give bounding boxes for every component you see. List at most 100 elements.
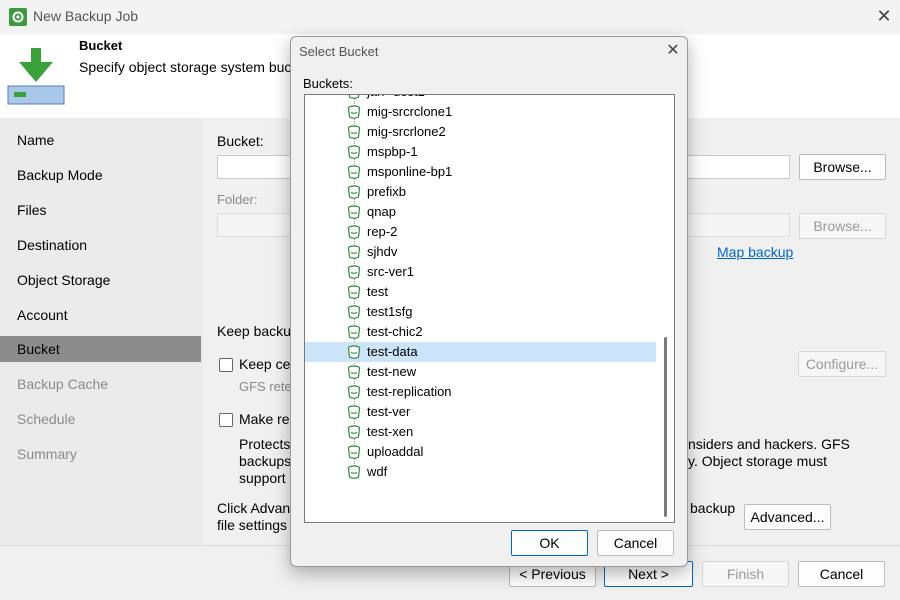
bucket-icon	[346, 404, 362, 420]
nav-item-backup-cache: Backup Cache	[17, 376, 109, 392]
bucket-icon	[346, 164, 362, 180]
cancel-button[interactable]: Cancel	[798, 561, 885, 587]
bucket-icon	[346, 244, 362, 260]
bucket-icon	[346, 344, 362, 360]
bucket-item[interactable]: wdf	[305, 462, 656, 482]
bucket-item-label: mspbp-1	[367, 144, 418, 159]
bucket-item-label: prefixb	[367, 184, 407, 199]
backup-text: backup	[690, 500, 736, 516]
bucket-item[interactable]: rep-2	[305, 222, 656, 242]
app-gear-icon	[9, 8, 27, 26]
bucket-item[interactable]: mig-srcrlone2	[305, 122, 656, 142]
nav-item-backup-mode[interactable]: Backup Mode	[0, 162, 201, 188]
bucket-item[interactable]: test-data	[305, 342, 656, 362]
bucket-item[interactable]: uploaddal	[305, 442, 656, 462]
bucket-icon	[346, 444, 362, 460]
bucket-item-label: test-new	[367, 364, 417, 379]
bucket-item[interactable]: sjhdv	[305, 242, 656, 262]
bucket-icon	[346, 464, 362, 480]
nav-item-bucket[interactable]: Bucket	[0, 336, 201, 362]
tree-scrollbar-thumb[interactable]	[664, 337, 667, 517]
ok-button[interactable]: OK	[511, 530, 588, 556]
nav-item-schedule: Schedule	[17, 411, 76, 427]
bucket-icon	[346, 224, 362, 240]
bucket-icon	[346, 264, 362, 280]
bucket-item-label: mig-srcrclone1	[367, 104, 453, 119]
bucket-item-label: uploaddal	[367, 444, 424, 459]
browse-bucket-button[interactable]: Browse...	[799, 154, 886, 180]
bucket-icon	[346, 204, 362, 220]
bucket-icon	[346, 124, 362, 140]
bucket-icon	[346, 424, 362, 440]
bucket-item-label: msponline-bp1	[367, 164, 453, 179]
bucket-icon	[346, 284, 362, 300]
bucket-item[interactable]: test-chic2	[305, 322, 656, 342]
keep-certain-label: Keep cer	[239, 356, 296, 372]
object-storage-text: y. Object storage must	[688, 453, 828, 469]
bucket-item-label: jan--dest1	[367, 95, 425, 99]
bucket-item-label: mig-srcrlone2	[367, 124, 446, 139]
bucket-item[interactable]: src-ver1	[305, 262, 656, 282]
bucket-icon	[346, 184, 362, 200]
folder-label: Folder:	[217, 192, 258, 207]
bucket-icon	[346, 384, 362, 400]
bucket-tree[interactable]: jan--dest1 mig-srcrclone1 mig-srcrlone2 msp…	[304, 94, 675, 523]
title-bar: New Backup Job ✕	[0, 0, 900, 34]
file-settings-text: file settings	[217, 517, 288, 533]
bucket-item-label: test-chic2	[367, 324, 423, 339]
nav-item-destination[interactable]: Destination	[0, 232, 201, 258]
bucket-item-label: test-ver	[367, 404, 411, 419]
dialog-title: Select Bucket	[299, 44, 379, 59]
support-text: support	[239, 470, 286, 486]
close-icon[interactable]: ✕	[874, 6, 894, 26]
header-subtitle: Specify object storage system bucke	[79, 59, 307, 75]
dialog-close-icon[interactable]: ✕	[663, 41, 683, 61]
dialog-cancel-button[interactable]: Cancel	[597, 530, 674, 556]
bucket-icon	[346, 104, 362, 120]
bucket-icon	[346, 304, 362, 320]
bucket-item[interactable]: msponline-bp1	[305, 162, 656, 182]
make-recent-checkbox[interactable]	[219, 413, 233, 427]
nav-item-files[interactable]: Files	[0, 197, 201, 223]
bucket-item[interactable]: test1sfg	[305, 302, 656, 322]
insiders-text: nsiders and hackers. GFS	[688, 436, 850, 452]
click-advanced-text: Click Advan	[217, 500, 291, 516]
bucket-item[interactable]: mspbp-1	[305, 142, 656, 162]
nav-item-account[interactable]: Account	[0, 302, 201, 328]
keep-certain-checkbox[interactable]	[219, 358, 233, 372]
advanced-button[interactable]: Advanced...	[744, 504, 831, 530]
bucket-item[interactable]: qnap	[305, 202, 656, 222]
bucket-item-label: test	[367, 284, 388, 299]
header-title: Bucket	[79, 38, 123, 53]
nav-item-object-storage[interactable]: Object Storage	[0, 267, 201, 293]
bucket-item[interactable]: test-replication	[305, 382, 656, 402]
bucket-item[interactable]: jan--dest1	[305, 95, 656, 102]
gfs-retention-label: GFS reter	[239, 379, 297, 394]
nav-item-name[interactable]: Name	[0, 127, 201, 153]
bucket-icon	[346, 324, 362, 340]
map-backup-link[interactable]: Map backup	[717, 244, 793, 260]
finish-button: Finish	[702, 561, 789, 587]
bucket-item-label: src-ver1	[367, 264, 414, 279]
bucket-item-label: wdf	[367, 464, 388, 479]
buckets-label: Buckets:	[303, 76, 353, 91]
bucket-item[interactable]: prefixb	[305, 182, 656, 202]
bucket-item-label: test-data	[367, 344, 418, 359]
browse-folder-button: Browse...	[799, 213, 886, 239]
bucket-item-label: test1sfg	[367, 304, 413, 319]
bucket-icon	[346, 144, 362, 160]
bucket-item-label: rep-2	[367, 224, 398, 239]
bucket-item[interactable]: test-new	[305, 362, 656, 382]
bucket-item[interactable]: test	[305, 282, 656, 302]
wizard-steps-nav: Name Backup Mode Files Destination Objec…	[0, 118, 203, 545]
protects-text: Protects	[239, 436, 291, 452]
bucket-label: Bucket:	[217, 133, 264, 149]
bucket-item-label: qnap	[367, 204, 396, 219]
configure-button: Configure...	[798, 351, 886, 377]
bucket-item[interactable]: mig-srcrclone1	[305, 102, 656, 122]
bucket-item[interactable]: test-xen	[305, 422, 656, 442]
bucket-item[interactable]: test-ver	[305, 402, 656, 422]
select-bucket-dialog: Select Bucket ✕ Buckets: jan--dest1 mig-s…	[290, 36, 688, 567]
make-recent-label: Make rec	[239, 411, 297, 427]
window-title: New Backup Job	[33, 8, 139, 24]
